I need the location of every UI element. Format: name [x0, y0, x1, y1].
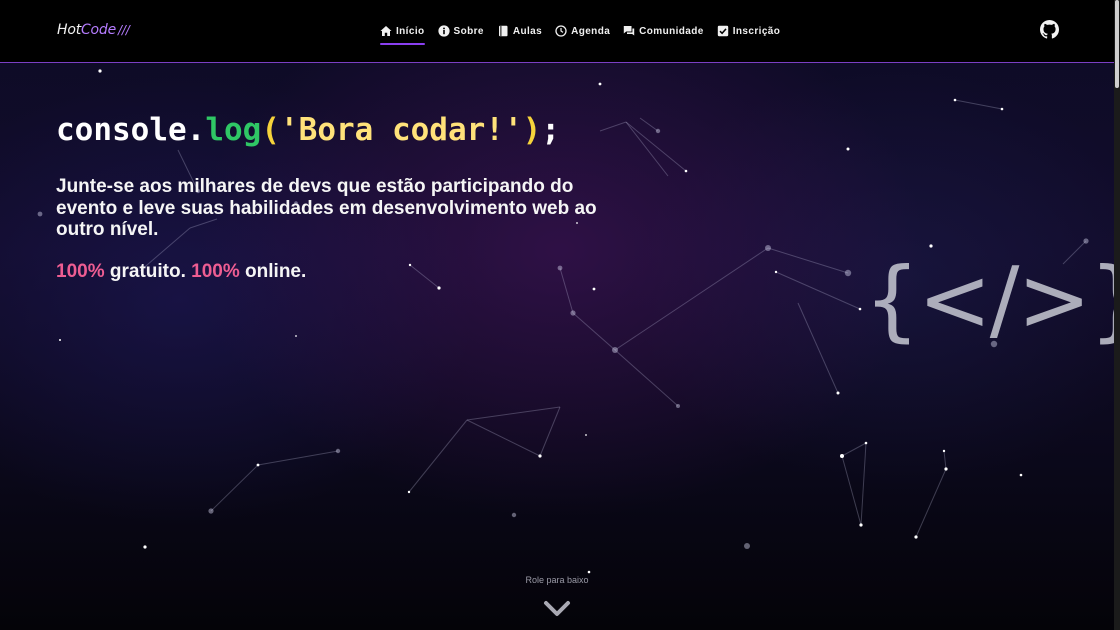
code-brackets-icon: {</>} — [864, 248, 1120, 351]
chevron-down-icon[interactable] — [543, 600, 571, 618]
nav-item-inicio[interactable]: Início — [380, 22, 425, 45]
checkbox-icon — [717, 25, 728, 37]
nav-item-agenda[interactable]: Agenda — [555, 22, 610, 40]
logo-part-hot: Hot — [57, 22, 81, 38]
book-icon — [498, 25, 508, 37]
logo-part-code: Code — [80, 22, 117, 38]
nav-item-inscricao[interactable]: Inscrição — [717, 22, 781, 40]
chat-icon — [623, 26, 635, 36]
code-function: log — [205, 112, 262, 148]
nav-item-aulas[interactable]: Aulas — [497, 22, 542, 40]
nav-label-inicio: Início — [396, 25, 425, 37]
github-icon[interactable] — [1040, 20, 1059, 39]
hero-subtitle: Junte-se aos milhares de devs que estão … — [56, 176, 597, 240]
nav-label-comunidade: Comunidade — [639, 25, 704, 37]
main-nav: Início Sobre Aulas Agenda Comunidade Ins… — [380, 22, 781, 45]
info-icon — [437, 25, 450, 37]
hero-code-title: console.log('Bora codar!'); — [56, 112, 560, 148]
hero-pricing: 100% gratuito. 100% online. — [56, 261, 306, 283]
page-scrollbar[interactable] — [1114, 0, 1120, 630]
top-navbar: HotCode/// Início Sobre Aulas Agenda Com… — [0, 0, 1114, 63]
code-object: console — [56, 112, 187, 148]
pricing-online-text: online. — [239, 261, 307, 282]
scrollbar-thumb[interactable] — [1115, 0, 1119, 88]
nav-label-sobre: Sobre — [453, 25, 484, 37]
home-icon — [380, 26, 392, 36]
code-open-paren: ( — [261, 112, 280, 148]
hotcode-logo[interactable]: HotCode/// — [57, 22, 130, 38]
nav-item-sobre[interactable]: Sobre — [437, 22, 484, 40]
pricing-percent-online: 100% — [191, 261, 240, 282]
nav-item-comunidade[interactable]: Comunidade — [623, 22, 704, 40]
clock-icon — [555, 25, 567, 37]
scroll-hint-label: Role para baixo — [525, 575, 589, 585]
nav-label-aulas: Aulas — [512, 25, 543, 37]
code-string: 'Bora codar!' — [280, 112, 523, 148]
pricing-percent-free: 100% — [56, 261, 105, 282]
page: HotCode/// Início Sobre Aulas Agenda Com… — [0, 0, 1120, 630]
pricing-free-text: gratuito. — [104, 261, 192, 282]
nav-label-inscricao: Inscrição — [732, 25, 781, 37]
nav-label-agenda: Agenda — [571, 25, 611, 37]
code-semicolon: ; — [541, 112, 560, 148]
code-dot: . — [186, 112, 206, 148]
logo-bars: /// — [118, 23, 130, 37]
code-close-paren: ) — [522, 112, 542, 148]
